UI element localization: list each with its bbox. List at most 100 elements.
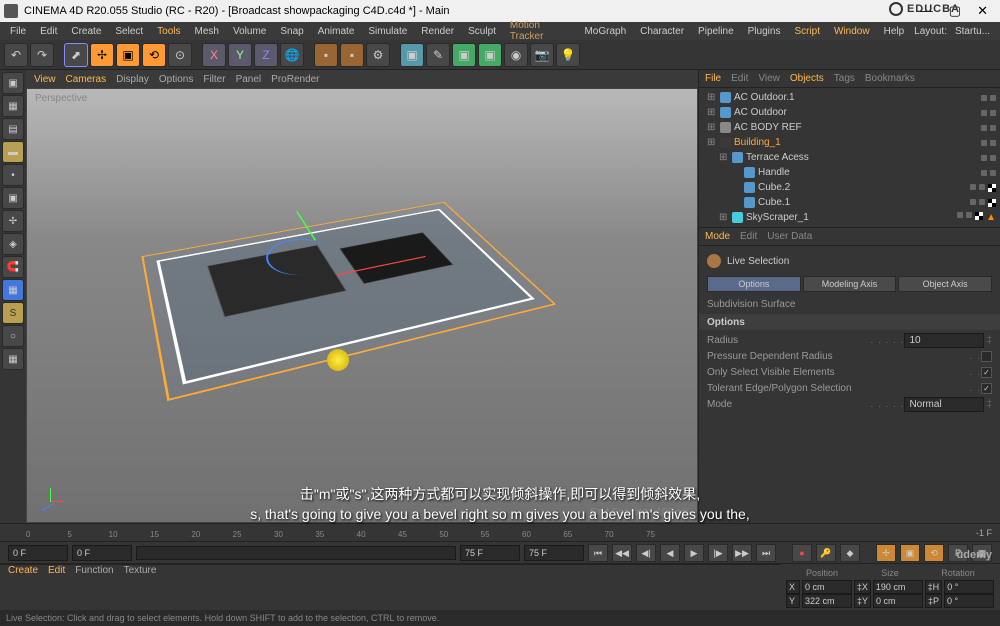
menu-volume[interactable]: Volume bbox=[227, 24, 272, 39]
menu-snap[interactable]: Snap bbox=[274, 24, 309, 39]
render-settings[interactable]: ⚙ bbox=[366, 43, 390, 67]
key-scale-button[interactable]: ▣ bbox=[900, 544, 920, 562]
start-frame-field[interactable]: 0 F bbox=[8, 545, 68, 561]
undo-button[interactable]: ↶ bbox=[4, 43, 28, 67]
play-back-button[interactable]: ◀ bbox=[660, 544, 680, 562]
hierarchy-item[interactable]: ⊞AC Outdoor bbox=[703, 105, 996, 120]
locked-workplane[interactable]: S bbox=[2, 302, 24, 324]
om-tags[interactable]: Tags bbox=[834, 73, 855, 84]
select-tool[interactable]: ⬈ bbox=[64, 43, 88, 67]
timeline-ruler[interactable]: -1 F 051015202530354045505560657075 bbox=[0, 524, 1000, 542]
layout-dropdown[interactable]: Startu... bbox=[949, 24, 996, 39]
render-region[interactable]: ▪ bbox=[340, 43, 364, 67]
coord-pos-field[interactable]: 322 cm bbox=[802, 594, 852, 608]
menu-simulate[interactable]: Simulate bbox=[362, 24, 413, 39]
coord-size-field[interactable]: 0 cm bbox=[873, 594, 923, 608]
menu-mograph[interactable]: MoGraph bbox=[578, 24, 632, 39]
om-objects[interactable]: Objects bbox=[790, 73, 824, 84]
keyframe-sel-button[interactable]: ◆ bbox=[840, 544, 860, 562]
om-file[interactable]: File bbox=[705, 73, 721, 84]
material-list[interactable] bbox=[0, 580, 780, 608]
coord-system[interactable]: 🌐 bbox=[280, 43, 304, 67]
play-forward-button[interactable]: ▶ bbox=[684, 544, 704, 562]
camera-obj[interactable]: 📷 bbox=[530, 43, 554, 67]
prev-frame-button[interactable]: ◀| bbox=[636, 544, 656, 562]
render-view[interactable]: ▪ bbox=[314, 43, 338, 67]
option-value-field[interactable]: Normal bbox=[904, 397, 984, 412]
vp-panel[interactable]: Panel bbox=[236, 74, 262, 85]
object-hierarchy[interactable]: ⊞AC Outdoor.1⊞AC Outdoor⊞AC BODY REF⊞Bui… bbox=[699, 88, 1000, 228]
menu-character[interactable]: Character bbox=[634, 24, 690, 39]
menu-plugins[interactable]: Plugins bbox=[742, 24, 787, 39]
vp-options[interactable]: Options bbox=[159, 74, 193, 85]
y-lock[interactable]: Y bbox=[228, 43, 252, 67]
menu-render[interactable]: Render bbox=[415, 24, 460, 39]
vp-filter[interactable]: Filter bbox=[203, 74, 225, 85]
vp-view[interactable]: View bbox=[34, 74, 56, 85]
coord-rot-field[interactable]: 0 ° bbox=[944, 580, 994, 594]
timeline-range-slider[interactable] bbox=[136, 546, 456, 560]
axis-mode[interactable]: ✢ bbox=[2, 210, 24, 232]
coord-rot-field[interactable]: 0 ° bbox=[944, 594, 994, 608]
record-button[interactable]: ● bbox=[792, 544, 812, 562]
menu-mesh[interactable]: Mesh bbox=[189, 24, 225, 39]
total-frame-field[interactable]: 75 F bbox=[524, 545, 584, 561]
menu-motiontracker[interactable]: Motion Tracker bbox=[504, 18, 577, 44]
option-checkbox[interactable]: ✓ bbox=[981, 367, 992, 378]
om-view[interactable]: View bbox=[758, 73, 780, 84]
mat-function[interactable]: Function bbox=[75, 565, 113, 580]
close-button[interactable]: ✕ bbox=[977, 3, 988, 19]
spline-pen[interactable]: ✎ bbox=[426, 43, 450, 67]
menu-sculpt[interactable]: Sculpt bbox=[462, 24, 502, 39]
menu-help[interactable]: Help bbox=[878, 24, 911, 39]
coord-size-field[interactable]: 190 cm bbox=[873, 580, 923, 594]
point-mode[interactable]: • bbox=[2, 164, 24, 186]
primitive-cube[interactable]: ▣ bbox=[400, 43, 424, 67]
om-bookmarks[interactable]: Bookmarks bbox=[865, 73, 915, 84]
light-obj[interactable]: 💡 bbox=[556, 43, 580, 67]
hierarchy-item[interactable]: Cube.1 bbox=[703, 195, 996, 210]
tab-object-axis[interactable]: Object Axis bbox=[898, 276, 992, 292]
next-frame-button[interactable]: |▶ bbox=[708, 544, 728, 562]
perspective-viewport[interactable]: Perspective Grid Spacing : 100 cm bbox=[26, 88, 698, 523]
hierarchy-item[interactable]: ⊞Terrace Acess bbox=[703, 150, 996, 165]
edge-mode[interactable]: ▬ bbox=[2, 141, 24, 163]
key-pos-button[interactable]: ✢ bbox=[876, 544, 896, 562]
planar-workplane[interactable]: ○ bbox=[2, 325, 24, 347]
mat-create[interactable]: Create bbox=[8, 565, 38, 580]
goto-end-button[interactable]: ⏭ bbox=[756, 544, 776, 562]
mat-texture[interactable]: Texture bbox=[124, 565, 157, 580]
model-mode[interactable]: ▣ bbox=[2, 72, 24, 94]
workplane-mode[interactable]: ▤ bbox=[2, 118, 24, 140]
hierarchy-item[interactable]: ⊞SkyScraper_1▲ bbox=[703, 210, 996, 225]
tab-options[interactable]: Options bbox=[707, 276, 801, 292]
scale-tool[interactable]: ▣ bbox=[116, 43, 140, 67]
menu-file[interactable]: File bbox=[4, 24, 32, 39]
tab-modeling-axis[interactable]: Modeling Axis bbox=[803, 276, 897, 292]
menu-animate[interactable]: Animate bbox=[312, 24, 361, 39]
vp-prorender[interactable]: ProRender bbox=[271, 74, 319, 85]
attr-edit[interactable]: Edit bbox=[740, 231, 757, 242]
texture-mode[interactable]: ▦ bbox=[2, 95, 24, 117]
hierarchy-item[interactable]: ⊞Building_1 bbox=[703, 135, 996, 150]
menu-select[interactable]: Select bbox=[109, 24, 149, 39]
hierarchy-item[interactable]: Handle bbox=[703, 165, 996, 180]
hierarchy-item[interactable]: ⊞AC Outdoor.1 bbox=[703, 90, 996, 105]
prev-key-button[interactable]: ◀◀ bbox=[612, 544, 632, 562]
menu-script[interactable]: Script bbox=[788, 24, 826, 39]
generator-nurbs[interactable]: ▣ bbox=[452, 43, 476, 67]
vp-cameras[interactable]: Cameras bbox=[66, 74, 107, 85]
last-tool[interactable]: ⊙ bbox=[168, 43, 192, 67]
key-rot-button[interactable]: ⟲ bbox=[924, 544, 944, 562]
redo-button[interactable]: ↷ bbox=[30, 43, 54, 67]
autokey-button[interactable]: 🔑 bbox=[816, 544, 836, 562]
polygon-mode[interactable]: ▣ bbox=[2, 187, 24, 209]
menu-pipeline[interactable]: Pipeline bbox=[692, 24, 740, 39]
deformer[interactable]: ▣ bbox=[478, 43, 502, 67]
coord-pos-field[interactable]: 0 cm bbox=[802, 580, 852, 594]
mat-edit[interactable]: Edit bbox=[48, 565, 65, 580]
x-lock[interactable]: X bbox=[202, 43, 226, 67]
vp-display[interactable]: Display bbox=[116, 74, 149, 85]
viewport-solo[interactable]: ◈ bbox=[2, 233, 24, 255]
rotate-tool[interactable]: ⟲ bbox=[142, 43, 166, 67]
